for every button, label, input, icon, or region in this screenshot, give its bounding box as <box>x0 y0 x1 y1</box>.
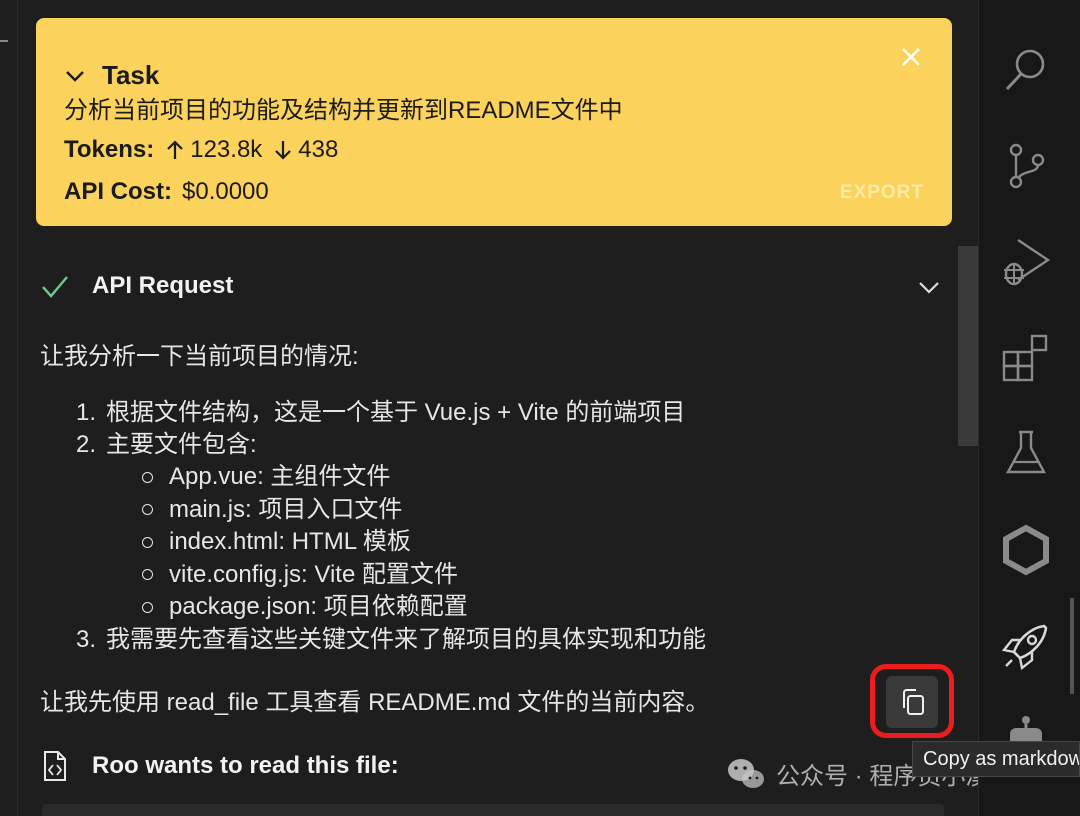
chevron-down-icon[interactable] <box>916 274 942 300</box>
task-header[interactable]: Task <box>64 60 159 91</box>
api-request-label: API Request <box>92 272 234 299</box>
tokens-out: 438 <box>298 136 339 163</box>
file-code-icon <box>44 751 66 781</box>
search-icon[interactable] <box>1000 44 1052 96</box>
steps-list: 1. 根据文件结构，这是一个基于 Vue.js + Vite 的前端项目 2. 主要… <box>76 397 940 461</box>
scrollbar-thumb[interactable] <box>958 246 978 446</box>
hexagon-icon[interactable] <box>1000 524 1052 576</box>
rocket-icon[interactable] <box>1000 620 1052 672</box>
copy-button[interactable] <box>886 676 938 728</box>
roo-read-file-header: Roo wants to read this file: <box>42 750 399 782</box>
chevron-down-icon[interactable] <box>64 65 86 87</box>
task-tokens: Tokens: 123.8k 438 <box>64 136 338 164</box>
copy-tooltip: Copy as markdown <box>912 741 1080 777</box>
files-list: App.vue: 主组件文件 main.js: 项目入口文件 index.htm… <box>142 461 940 624</box>
list-item: main.js: 项目入口文件 <box>142 494 940 527</box>
list-item: index.html: HTML 模板 <box>142 526 940 559</box>
editor-edge <box>0 0 18 816</box>
list-item: 1. 根据文件结构，这是一个基于 Vue.js + Vite 的前端项目 <box>76 399 686 426</box>
close-icon[interactable] <box>900 46 922 68</box>
highlight-box <box>870 664 954 738</box>
list-item: vite.config.js: Vite 配置文件 <box>142 559 940 592</box>
cost-label: API Cost: <box>64 178 172 205</box>
check-icon <box>42 276 68 298</box>
list-item: App.vue: 主组件文件 <box>142 461 940 494</box>
testing-icon[interactable] <box>1000 428 1052 480</box>
response-followup: 让我先使用 read_file 工具查看 README.md 文件的当前内容。 <box>40 689 710 716</box>
copy-icon <box>903 689 924 715</box>
list-item: 2. 主要文件包含: <box>76 431 257 458</box>
run-debug-icon[interactable] <box>1000 236 1052 288</box>
list-item: 3. 我需要先查看这些关键文件来了解项目的具体实现和功能 <box>76 625 706 653</box>
response-intro: 让我分析一下当前项目的情况: <box>40 343 359 370</box>
activity-bar <box>978 0 1080 816</box>
cost-value: $0.0000 <box>182 178 269 205</box>
wechat-icon <box>728 758 764 788</box>
tokens-in: 123.8k <box>190 136 263 163</box>
task-cost: API Cost: $0.0000 <box>64 178 269 206</box>
arrow-up-icon <box>167 140 184 159</box>
tokens-label: Tokens: <box>64 136 155 163</box>
api-request-header[interactable]: API Request <box>40 266 944 306</box>
source-control-icon[interactable] <box>1000 140 1052 192</box>
steps-list-continued: 3. 我需要先查看这些关键文件来了解项目的具体实现和功能 <box>76 624 940 656</box>
roo-read-file-label: Roo wants to read this file: <box>92 752 399 779</box>
api-response: 让我分析一下当前项目的情况: 1. 根据文件结构，这是一个基于 Vue.js + … <box>40 336 940 656</box>
arrow-down-icon <box>275 141 292 160</box>
active-indicator <box>1070 598 1074 694</box>
export-button[interactable]: EXPORT <box>840 182 924 204</box>
task-description: 分析当前项目的功能及结构并更新到README文件中 <box>64 97 623 124</box>
extensions-icon[interactable] <box>1000 332 1052 384</box>
task-card: Task 分析当前项目的功能及结构并更新到README文件中 Tokens: 1… <box>36 18 952 226</box>
task-title: Task <box>102 60 160 90</box>
list-item: package.json: 项目依赖配置 <box>142 591 940 624</box>
file-path-box[interactable] <box>42 804 944 816</box>
